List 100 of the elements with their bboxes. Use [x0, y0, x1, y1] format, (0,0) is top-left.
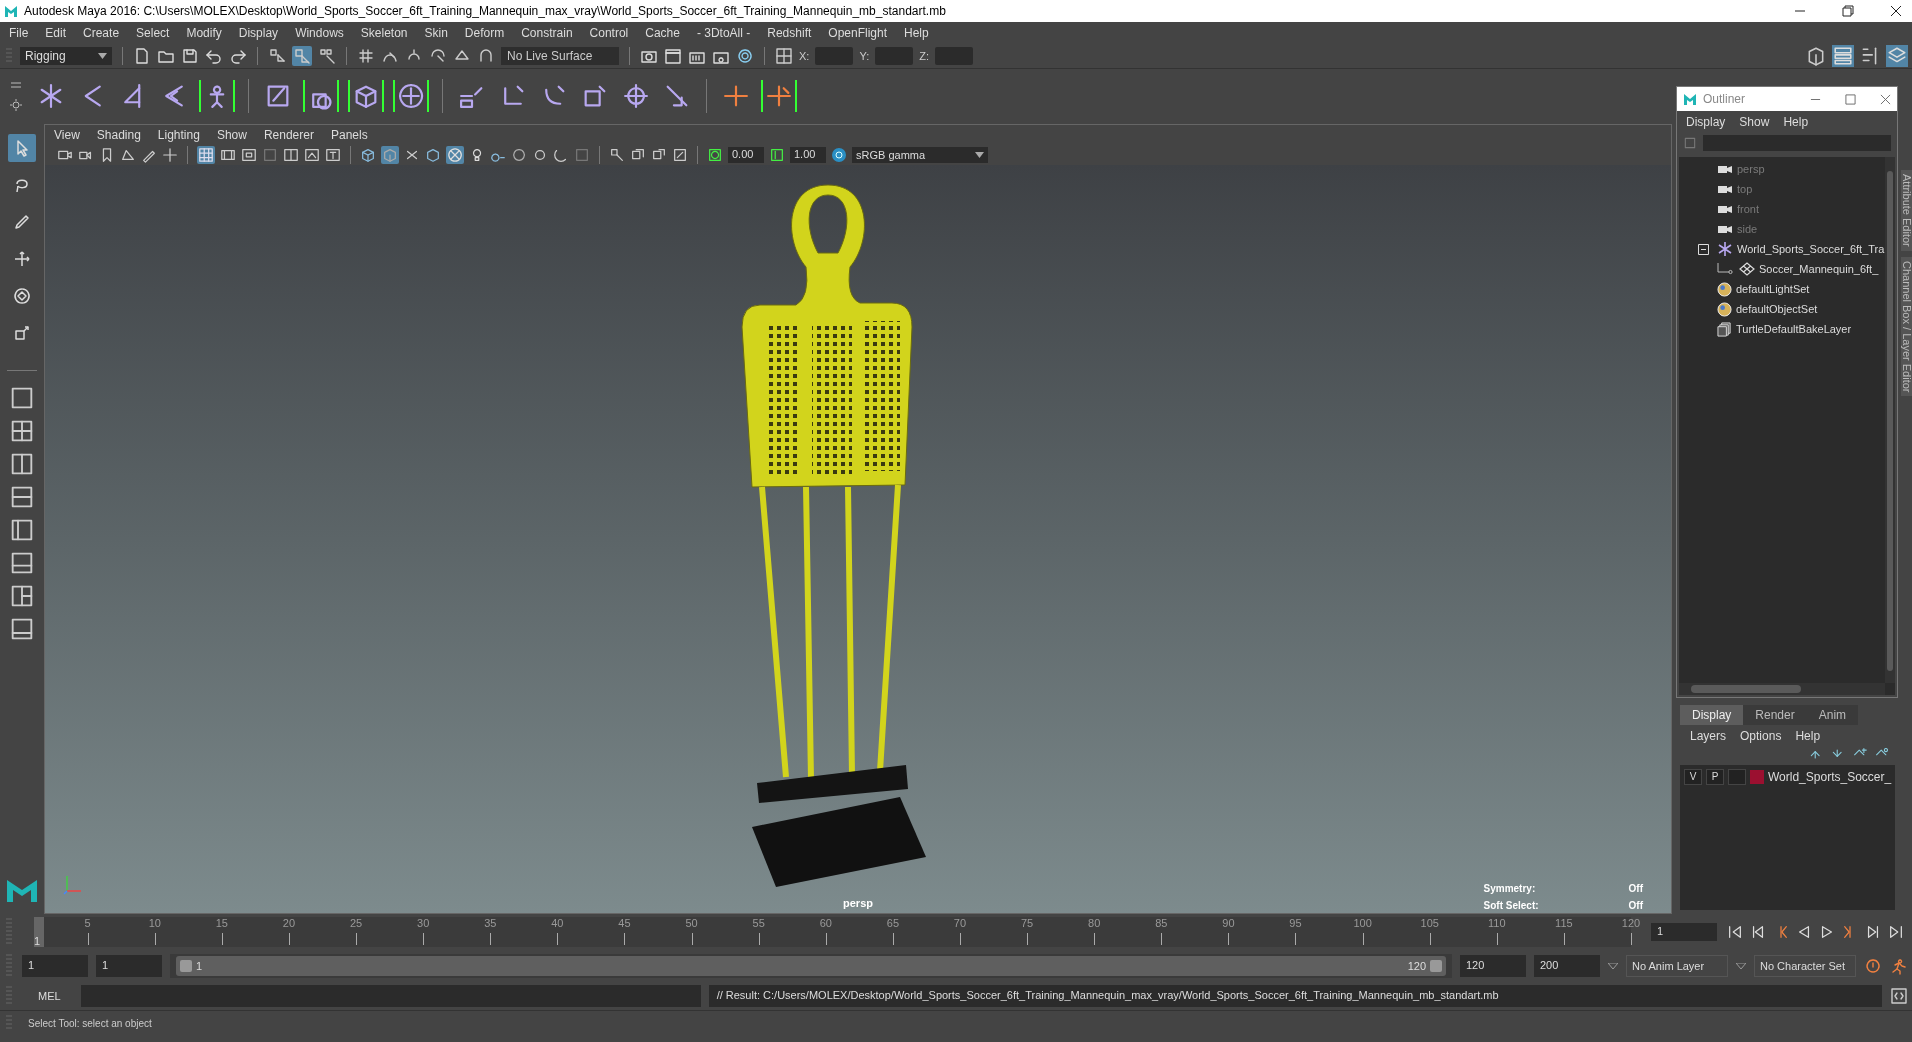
- step-forward-icon[interactable]: [1865, 924, 1881, 940]
- command-language-label[interactable]: MEL: [22, 990, 73, 1002]
- maximize-icon[interactable]: [1845, 93, 1856, 105]
- single-pane-layout-icon[interactable]: [10, 386, 34, 410]
- go-to-end-icon[interactable]: [1888, 924, 1904, 940]
- panel-menu-item[interactable]: Show: [216, 128, 247, 142]
- command-input-field[interactable]: [80, 985, 701, 1007]
- outliner-item[interactable]: defaultLightSet: [1736, 283, 1810, 295]
- panel-menu-item[interactable]: Lighting: [157, 128, 200, 142]
- current-frame-marker[interactable]: 1: [34, 917, 44, 947]
- magnet-icon[interactable]: [477, 47, 495, 65]
- caret-icon[interactable]: [98, 53, 107, 59]
- close-icon[interactable]: [1890, 5, 1902, 17]
- auto-key-icon[interactable]: [1864, 957, 1882, 975]
- color-management-icon[interactable]: [831, 147, 847, 163]
- menu-item[interactable]: File: [9, 26, 29, 40]
- cluster-icon[interactable]: [397, 81, 425, 110]
- visibility-toggle[interactable]: V: [1684, 769, 1702, 785]
- caret-icon[interactable]: [1608, 963, 1618, 969]
- side-by-side-layout-icon[interactable]: [10, 452, 34, 476]
- scrollbar-thumb[interactable]: [1691, 685, 1801, 693]
- four-pane-layout-icon[interactable]: [10, 419, 34, 443]
- menu-item[interactable]: Cache: [645, 26, 680, 40]
- image-plane-icon[interactable]: [120, 147, 136, 163]
- panel-menu-item[interactable]: Panels: [330, 128, 368, 142]
- safe-action-icon[interactable]: [304, 147, 320, 163]
- menu-item[interactable]: Redshift: [767, 26, 812, 40]
- menu-set-dropdown[interactable]: Rigging: [20, 47, 112, 65]
- settings-icon[interactable]: [10, 98, 22, 111]
- ambient-occlusion-icon[interactable]: [511, 147, 527, 163]
- checker-sphere-icon[interactable]: [447, 147, 463, 163]
- outliner-item[interactable]: defaultObjectSet: [1736, 303, 1818, 315]
- search-field[interactable]: [1703, 135, 1891, 151]
- motion-blur-icon[interactable]: [532, 147, 548, 163]
- exposure-icon[interactable]: [707, 147, 723, 163]
- outliner-menu-item[interactable]: Show: [1739, 115, 1770, 129]
- coordinate-field[interactable]: [815, 47, 854, 65]
- three-pane-layout-icon[interactable]: [10, 584, 34, 608]
- layer-editor-tab[interactable]: Render: [1743, 705, 1807, 725]
- depth-of-field-icon[interactable]: [574, 147, 590, 163]
- menu-item[interactable]: Create: [83, 26, 120, 40]
- current-frame-field[interactable]: 1: [1651, 923, 1717, 941]
- outliner-item[interactable]: World_Sports_Soccer_6ft_Tra: [1737, 243, 1885, 255]
- play-forwards-icon[interactable]: [1819, 924, 1835, 940]
- range-end-field[interactable]: 120: [1460, 955, 1526, 977]
- color-space-dropdown[interactable]: sRGB gamma: [852, 147, 988, 163]
- gamma-field[interactable]: 1.00: [790, 147, 826, 163]
- stacked-layout-icon[interactable]: [10, 485, 34, 509]
- resolution-gate-icon[interactable]: [241, 147, 257, 163]
- safe-title-icon[interactable]: [325, 147, 341, 163]
- wireframe-cube-icon[interactable]: [360, 147, 376, 163]
- collapse-icon[interactable]: [1697, 243, 1709, 255]
- outliner-item[interactable]: Soccer_Mannequin_6ft_: [1759, 263, 1879, 275]
- scrollbar-thumb[interactable]: [1887, 171, 1893, 671]
- menu-item[interactable]: - 3DtoAll -: [696, 26, 751, 40]
- menu-item[interactable]: Skeleton: [360, 26, 408, 40]
- page-icon[interactable]: [133, 47, 151, 65]
- gamma-icon[interactable]: [769, 147, 785, 163]
- panel-menu-item[interactable]: View: [54, 128, 80, 142]
- exposure-field[interactable]: 0.00: [728, 147, 764, 163]
- graph-layout-icon[interactable]: [10, 551, 34, 575]
- menu-item[interactable]: Help: [904, 26, 929, 40]
- layer-color-swatch[interactable]: [1750, 770, 1764, 784]
- modeling-toolkit-icon[interactable]: [1806, 46, 1826, 66]
- layer-menu-item[interactable]: Options: [1740, 729, 1782, 743]
- live-surface-field[interactable]: No Live Surface: [501, 47, 619, 65]
- snap-grid-icon[interactable]: [357, 47, 375, 65]
- character-set-dropdown[interactable]: No Character Set: [1754, 955, 1856, 977]
- range-slider[interactable]: 1 120: [176, 956, 1446, 976]
- play-backwards-icon[interactable]: [1796, 924, 1812, 940]
- menu-item[interactable]: Windows: [295, 26, 344, 40]
- attribute-editor-icon[interactable]: [1833, 46, 1853, 66]
- panel-menu-item[interactable]: Shading: [96, 128, 141, 142]
- running-figure-icon[interactable]: [1890, 957, 1908, 975]
- script-editor-icon[interactable]: [1890, 987, 1908, 1005]
- field-chart-icon[interactable]: [283, 147, 299, 163]
- outliner-menu-item[interactable]: Display: [1686, 115, 1726, 129]
- end-time-field[interactable]: 200: [1534, 955, 1600, 977]
- step-back-icon[interactable]: [1750, 924, 1766, 940]
- coordinate-field[interactable]: [935, 47, 973, 65]
- select-hierarchy-icon[interactable]: [268, 47, 286, 65]
- aim-constraint-icon[interactable]: [622, 81, 650, 110]
- persp-layout-icon[interactable]: [10, 617, 34, 641]
- playback-toggle[interactable]: P: [1706, 769, 1724, 785]
- grid-icon[interactable]: [198, 147, 214, 163]
- anim-layer-dropdown[interactable]: No Anim Layer: [1626, 955, 1728, 977]
- menu-item[interactable]: OpenFlight: [828, 26, 887, 40]
- menu-item[interactable]: Edit: [45, 26, 67, 40]
- start-time-field[interactable]: 1: [22, 955, 88, 977]
- menu-item[interactable]: Modify: [186, 26, 222, 40]
- menu-item[interactable]: Skin: [424, 26, 448, 40]
- textured-icon[interactable]: [425, 147, 441, 163]
- clapperboard-icon[interactable]: [664, 47, 682, 65]
- layer-menu-item[interactable]: Help: [1795, 729, 1821, 743]
- caret-icon[interactable]: [975, 152, 984, 158]
- layer-menu-item[interactable]: Layers: [1690, 729, 1727, 743]
- restore-icon[interactable]: [1842, 5, 1854, 17]
- pan-zoom-icon[interactable]: [162, 147, 178, 163]
- menu-item[interactable]: Display: [238, 26, 279, 40]
- outliner-layout-icon[interactable]: [10, 518, 34, 542]
